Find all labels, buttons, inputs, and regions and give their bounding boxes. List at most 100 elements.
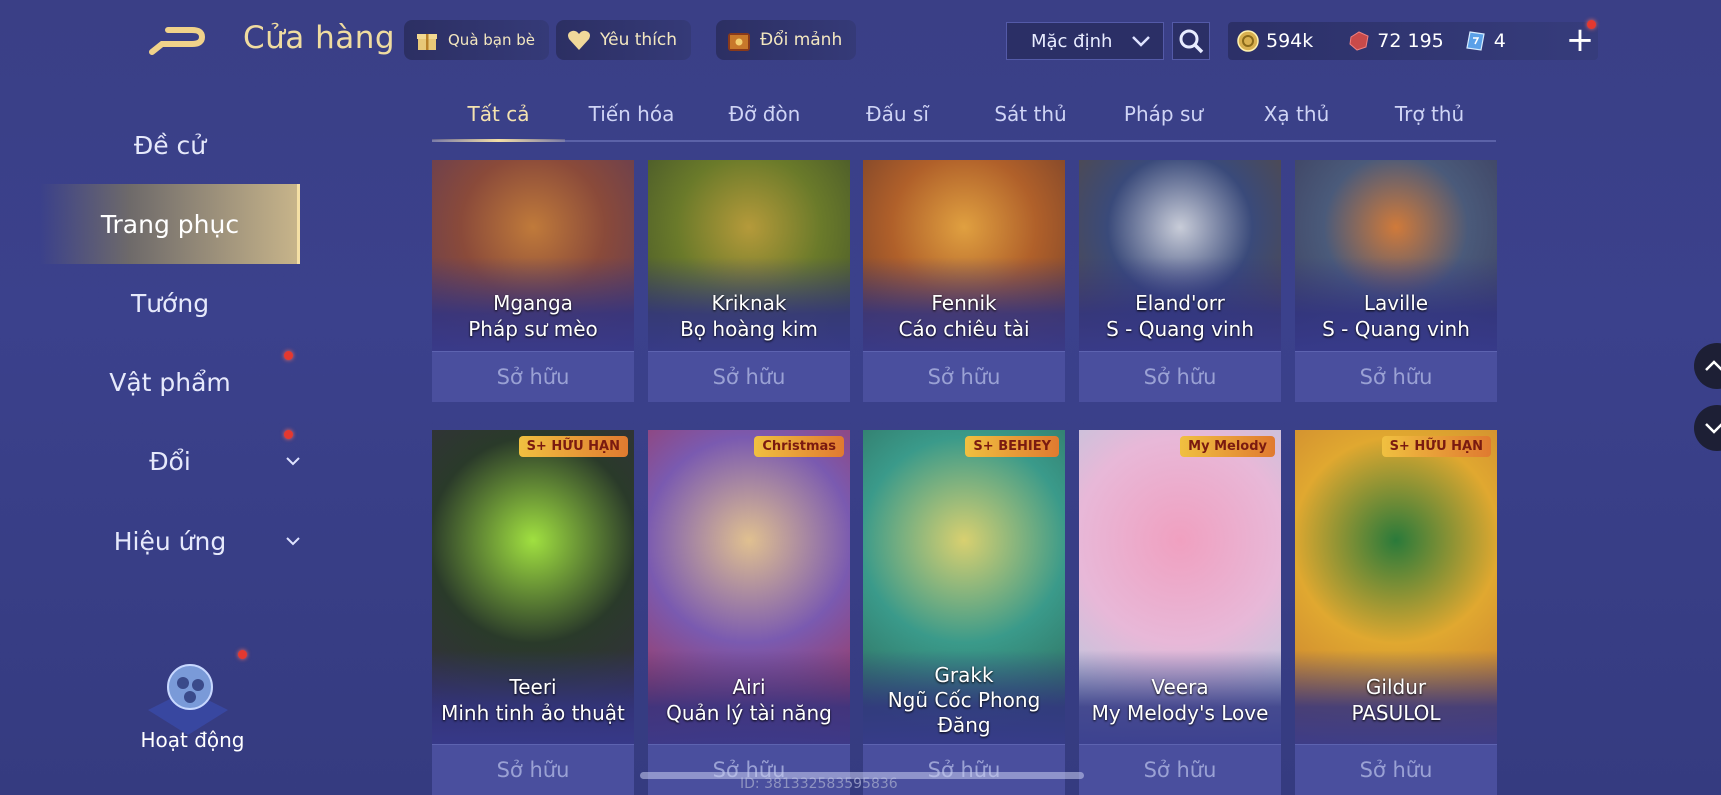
tab-tank[interactable]: Đỡ đòn <box>698 96 831 140</box>
owned-status-button[interactable]: Sở hữu <box>432 351 634 402</box>
search-icon <box>1179 29 1204 54</box>
owned-status-button[interactable]: Sở hữu <box>1079 744 1281 795</box>
skin-name: Cáo chiêu tài <box>898 317 1030 341</box>
skin-card[interactable]: Mganga Pháp sư mèo Sở hữu <box>432 160 634 402</box>
skin-name: My Melody's Love <box>1091 701 1269 725</box>
ruby-icon <box>1347 29 1371 53</box>
sidebar-item-label: Đề cử <box>133 130 207 160</box>
hero-name: Airi <box>732 675 766 699</box>
skin-card[interactable]: Kriknak Bọ hoàng kim Sở hữu <box>648 160 850 402</box>
favorites-button[interactable]: Yêu thích <box>556 20 692 60</box>
home-indicator <box>640 772 1084 779</box>
chest-icon <box>726 27 752 53</box>
hero-name: Grakk <box>934 663 994 687</box>
exchange-fragments-button[interactable]: Đổi mảnh <box>716 20 857 60</box>
sidebar-item-label: Đổi <box>149 446 191 476</box>
skin-card[interactable]: My Melody Veera My Melody's Love Sở hữu <box>1079 430 1281 795</box>
tab-evolution[interactable]: Tiến hóa <box>565 96 698 140</box>
ruby-balance: 72 195 <box>1347 29 1444 53</box>
heart-icon <box>566 27 592 53</box>
sort-value: Mặc định <box>1031 30 1113 52</box>
skin-name: S - Quang vinh <box>1322 317 1470 341</box>
tab-mage[interactable]: Pháp sư <box>1097 96 1230 140</box>
owned-status-button[interactable]: Sở hữu <box>432 744 634 795</box>
hero-name: Eland'orr <box>1135 291 1225 315</box>
skin-card[interactable]: S+ HỮU HẠN Teeri Minh tinh ảo thuật Sở hữu <box>432 430 634 795</box>
skin-name: PASULOL <box>1351 701 1441 725</box>
sidebar-item-label: Tướng <box>130 288 210 318</box>
sidebar-item-featured[interactable]: Đề cử <box>40 117 300 173</box>
chevron-up-icon <box>1705 360 1721 371</box>
sort-dropdown[interactable]: Mặc định <box>1006 22 1164 60</box>
friend-gift-button[interactable]: Quà bạn bè <box>404 20 550 60</box>
tab-assassin[interactable]: Sát thủ <box>964 96 1097 140</box>
skin-card[interactable]: Eland'orr S - Quang vinh Sở hữu <box>1079 160 1281 402</box>
scroll-up-button[interactable] <box>1694 343 1721 389</box>
search-button[interactable] <box>1172 22 1210 60</box>
owned-status-button[interactable]: Sở hữu <box>1295 351 1497 402</box>
chevron-down-icon <box>285 452 301 470</box>
hero-name: Laville <box>1363 291 1429 315</box>
skin-badge: Christmas <box>754 436 844 457</box>
notification-dot <box>284 430 293 439</box>
voucher-balance: 4 <box>1464 29 1506 53</box>
voucher-icon <box>1464 29 1488 53</box>
friend-gift-label: Quà bạn bè <box>448 31 536 49</box>
gold-balance: 594k <box>1236 29 1313 53</box>
gold-value: 594k <box>1266 30 1314 52</box>
sidebar-item-exchange[interactable]: Đổi <box>40 433 300 489</box>
skin-card[interactable]: Christmas Airi Quản lý tài năng Sở hữu <box>648 430 850 795</box>
sidebar-item-label: Trang phục <box>100 209 240 239</box>
hero-name: Gildur <box>1365 675 1427 699</box>
sidebar-item-effects[interactable]: Hiệu ứng <box>40 513 300 569</box>
hero-name: Veera <box>1151 675 1209 699</box>
category-tabs: Tất cả Tiến hóa Đỡ đòn Đấu sĩ Sát thủ Ph… <box>432 96 1496 142</box>
currency-bar: 594k 72 195 4 <box>1228 22 1598 60</box>
skin-name: Minh tinh ảo thuật <box>441 701 625 725</box>
owned-status-button[interactable]: Sở hữu <box>863 351 1065 402</box>
skin-card[interactable]: S+ HỮU HẠN Gildur PASULOL Sở hữu <box>1295 430 1497 795</box>
exchange-fragments-label: Đổi mảnh <box>760 30 843 50</box>
page-title: Cửa hàng <box>243 20 396 56</box>
chevron-down-icon <box>1705 423 1721 434</box>
scroll-down-button[interactable] <box>1694 405 1721 451</box>
tab-all[interactable]: Tất cả <box>432 96 565 142</box>
voucher-value: 4 <box>1493 30 1506 52</box>
tab-marksman[interactable]: Xạ thủ <box>1230 96 1363 140</box>
skin-name: Pháp sư mèo <box>468 317 598 341</box>
hero-name: Kriknak <box>711 291 787 315</box>
ruby-value: 72 195 <box>1377 30 1444 52</box>
skin-card[interactable]: S+ BEHIEY Grakk Ngũ Cốc Phong Đăng Sở hữu <box>863 430 1065 795</box>
sidebar-item-heroes[interactable]: Tướng <box>40 275 300 331</box>
notification-dot <box>1587 20 1596 29</box>
skin-name: Bọ hoàng kim <box>680 317 818 341</box>
activity-label: Hoạt động <box>140 728 245 752</box>
skin-badge: S+ BEHIEY <box>965 436 1059 457</box>
gift-icon <box>414 27 440 53</box>
sidebar-item-skins[interactable]: Trang phục <box>40 196 300 252</box>
skin-badge: My Melody <box>1180 436 1275 457</box>
sidebar-item-label: Hiệu ứng <box>113 526 227 556</box>
back-button[interactable] <box>148 22 212 58</box>
skin-name: S - Quang vinh <box>1106 317 1254 341</box>
skin-badge: S+ HỮU HẠN <box>518 436 628 457</box>
skin-card[interactable]: Fennik Cáo chiêu tài Sở hữu <box>863 160 1065 402</box>
sidebar-item-label: Vật phẩm <box>109 367 231 397</box>
owned-status-button[interactable]: Sở hữu <box>1295 744 1497 795</box>
tab-fighter[interactable]: Đấu sĩ <box>831 96 964 140</box>
gold-coin-icon <box>1236 29 1260 53</box>
notification-dot <box>284 351 293 360</box>
tab-support[interactable]: Trợ thủ <box>1363 96 1496 140</box>
notification-dot <box>238 650 247 659</box>
hero-name: Mganga <box>493 291 573 315</box>
hero-name: Fennik <box>931 291 997 315</box>
hero-name: Teeri <box>509 675 557 699</box>
skin-badge: S+ HỮU HẠN <box>1381 436 1491 457</box>
owned-status-button[interactable]: Sở hữu <box>1079 351 1281 402</box>
skin-card[interactable]: Laville S - Quang vinh Sở hữu <box>1295 160 1497 402</box>
favorites-label: Yêu thích <box>600 30 678 50</box>
back-arrow-icon <box>149 27 206 55</box>
owned-status-button[interactable]: Sở hữu <box>648 351 850 402</box>
skin-name: Quản lý tài năng <box>666 701 832 725</box>
sidebar-item-items[interactable]: Vật phẩm <box>40 354 300 410</box>
